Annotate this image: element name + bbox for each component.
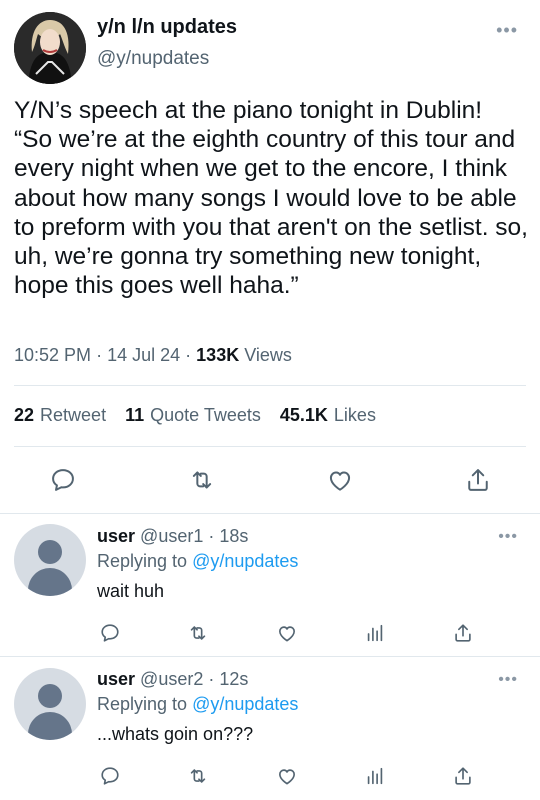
retweets-count: 22 [14, 405, 35, 425]
like-icon[interactable] [276, 765, 298, 787]
like-icon[interactable] [326, 466, 354, 494]
replying-to: Replying to @y/nupdates [97, 694, 298, 715]
profile-photo [14, 12, 86, 84]
replying-label: Replying to [97, 694, 188, 714]
default-avatar-head [38, 684, 62, 708]
reply-time: 12s [219, 669, 249, 689]
profile-avatar[interactable] [14, 12, 86, 84]
meta-separator: · [96, 345, 103, 365]
retweet-icon[interactable] [187, 622, 209, 644]
retweet-icon[interactable] [187, 765, 209, 787]
retweets-label: Retweet [40, 405, 107, 425]
views-count: 133K [196, 345, 240, 365]
display-name[interactable]: y/n l/n updates [97, 16, 237, 39]
share-icon[interactable] [452, 622, 474, 644]
share-icon[interactable] [452, 765, 474, 787]
reply-separator: · [208, 669, 215, 689]
quotes-label: Quote Tweets [150, 405, 261, 425]
analytics-icon[interactable] [364, 765, 386, 787]
retweet-icon[interactable] [188, 466, 216, 494]
reply-tweet: user @user1 · 18s ••• Replying to @y/nup… [0, 514, 540, 659]
more-dots-icon[interactable]: ••• [496, 20, 518, 41]
tweet-text: Y/N’s speech at the piano tonight in Dub… [14, 97, 528, 300]
default-avatar-body [28, 712, 72, 740]
share-icon[interactable] [464, 466, 492, 494]
likes-count: 45.1K [279, 405, 328, 425]
divider [14, 446, 526, 447]
analytics-icon[interactable] [364, 622, 386, 644]
more-dots-icon[interactable]: ••• [498, 671, 518, 689]
avatar[interactable] [14, 524, 86, 596]
default-avatar-head [38, 540, 62, 564]
reply-user[interactable]: user @user1 · 18s [97, 526, 248, 547]
reply-handle: @user1 [140, 526, 204, 546]
quotes-count: 11 [125, 405, 145, 425]
reply-handle: @user2 [140, 669, 204, 689]
reply-icon[interactable] [99, 765, 121, 787]
reply-tweet: user @user2 · 12s ••• Replying to @y/nup… [0, 657, 540, 800]
replying-mention[interactable]: @y/nupdates [192, 694, 298, 714]
reply-icon[interactable] [49, 466, 77, 494]
reply-text: wait huh [97, 581, 165, 601]
more-dots-icon[interactable]: ••• [498, 528, 518, 546]
replying-mention[interactable]: @y/nupdates [192, 551, 298, 571]
tweet-time[interactable]: 10:52 PM [14, 345, 91, 365]
likes-stat[interactable]: 45.1K Likes [280, 405, 376, 425]
tweet-date[interactable]: 14 Jul 24 [107, 345, 180, 365]
tweet-stats: 22 Retweet 11 Quote Tweets 45.1K Likes [14, 405, 390, 426]
reply-separator: · [208, 526, 215, 546]
reply-name: user [97, 669, 136, 689]
reply-icon[interactable] [99, 622, 121, 644]
views-label: Views [244, 345, 292, 365]
tweet-meta: 10:52 PM · 14 Jul 24 · 133K Views [14, 345, 292, 366]
default-avatar-body [28, 568, 72, 596]
reply-time: 18s [219, 526, 249, 546]
tweet-actions [0, 466, 540, 496]
likes-label: Likes [333, 405, 376, 425]
reply-user[interactable]: user @user2 · 12s [97, 669, 248, 690]
reply-text: ...whats goin on??? [97, 724, 254, 744]
reply-name: user [97, 526, 136, 546]
user-handle[interactable]: @y/nupdates [97, 48, 209, 70]
divider [14, 385, 526, 386]
replying-to: Replying to @y/nupdates [97, 551, 298, 572]
retweets-stat[interactable]: 22 Retweet [14, 405, 106, 425]
avatar[interactable] [14, 668, 86, 740]
like-icon[interactable] [276, 622, 298, 644]
quotes-stat[interactable]: 11 Quote Tweets [125, 405, 261, 425]
replying-label: Replying to [97, 551, 188, 571]
meta-separator: · [185, 345, 192, 365]
